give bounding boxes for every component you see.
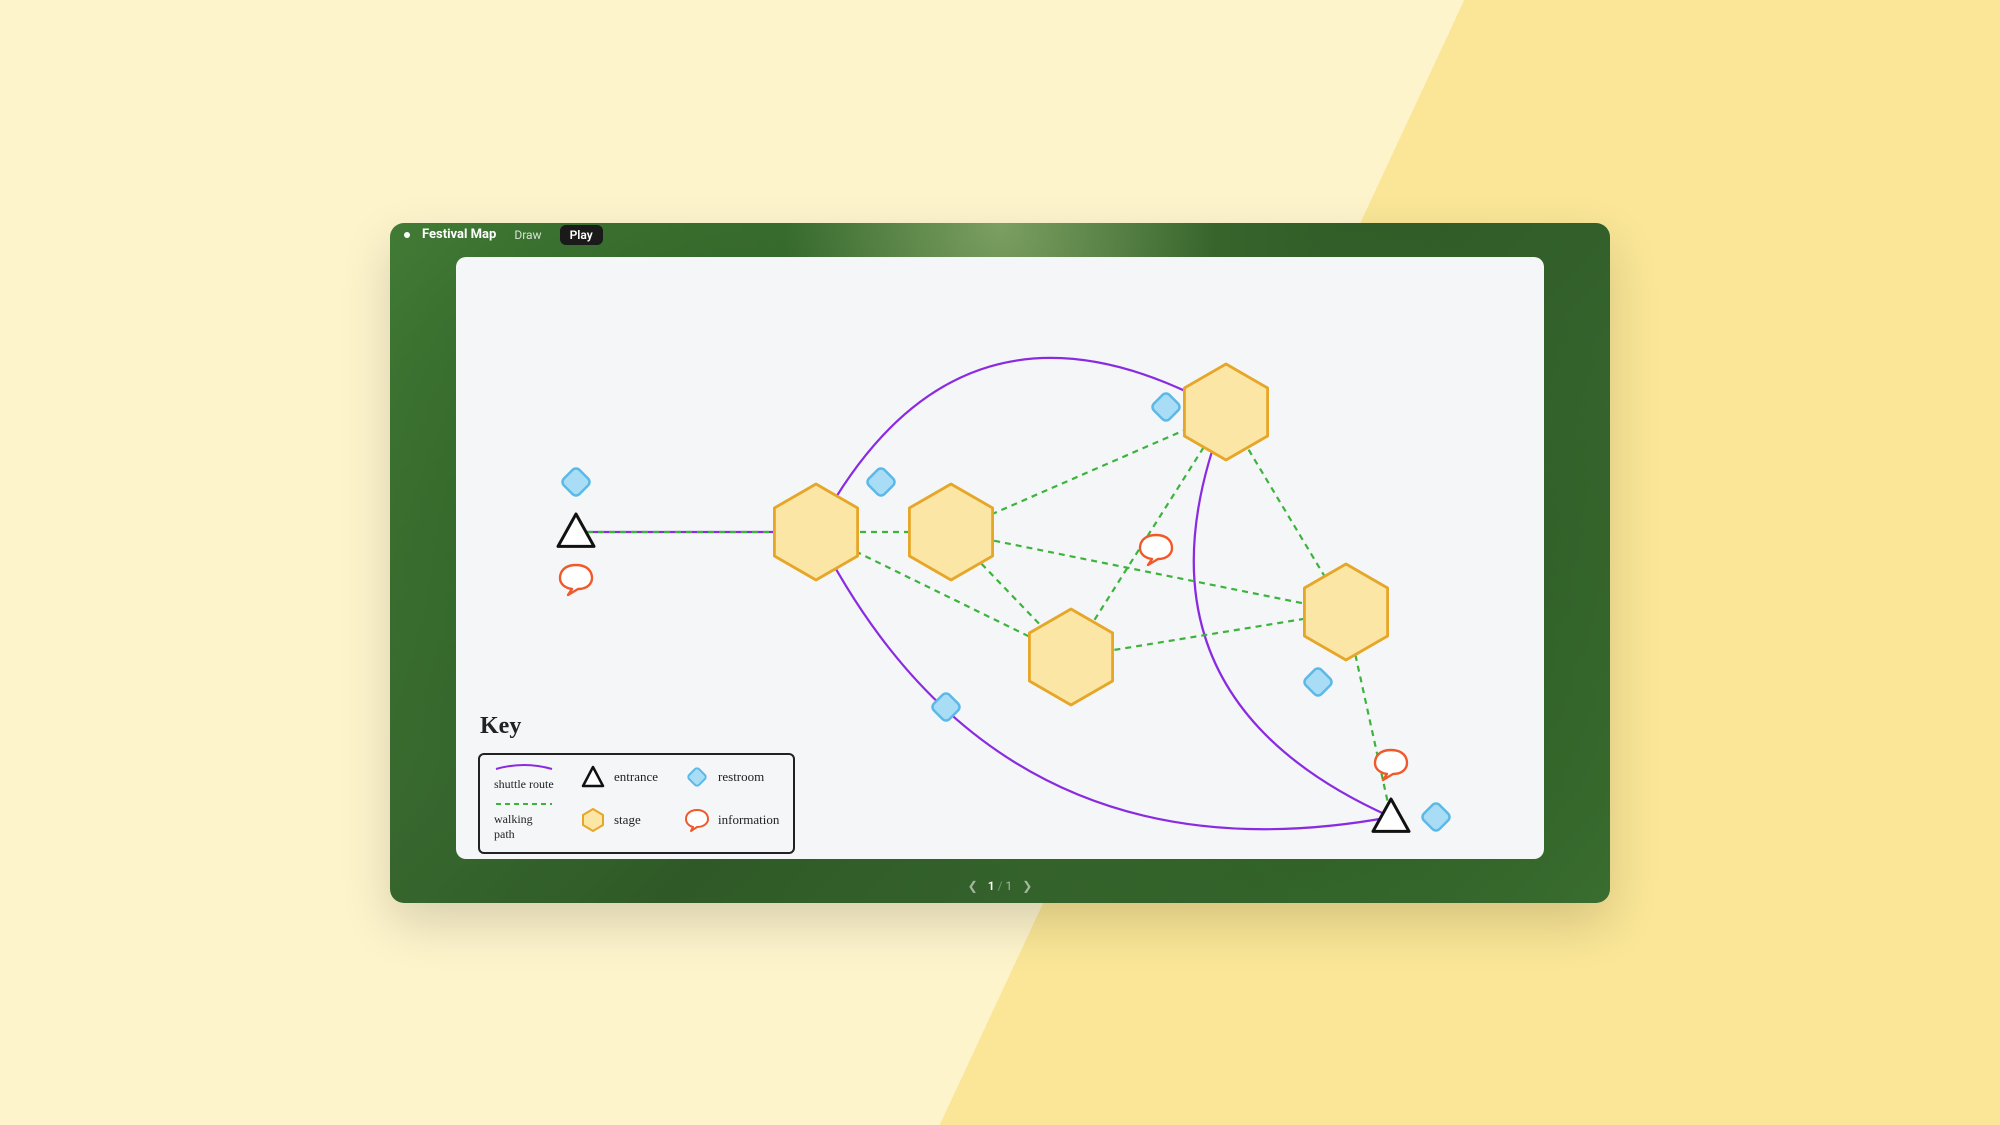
diamond-icon bbox=[684, 764, 710, 790]
information-node[interactable] bbox=[1140, 535, 1172, 565]
legend-item-walking: walking path bbox=[494, 798, 554, 842]
stage-node[interactable] bbox=[1304, 564, 1387, 660]
speech-bubble-icon bbox=[684, 807, 710, 833]
stage-node[interactable] bbox=[1184, 364, 1267, 460]
restroom-node[interactable] bbox=[930, 691, 961, 722]
restroom-node[interactable] bbox=[1302, 666, 1333, 697]
restroom-node[interactable] bbox=[560, 466, 591, 497]
triangle-icon bbox=[580, 764, 606, 790]
restroom-node[interactable] bbox=[865, 466, 896, 497]
stage-node[interactable] bbox=[774, 484, 857, 580]
app-dot-icon bbox=[404, 232, 410, 238]
pager-current: 1 bbox=[988, 879, 995, 893]
information-node[interactable] bbox=[560, 565, 592, 595]
legend-item-shuttle: shuttle route bbox=[494, 763, 554, 792]
toolbar: Festival Map Draw Play bbox=[390, 223, 1610, 247]
app-window: Festival Map Draw Play Key shuttle route… bbox=[390, 223, 1610, 903]
pager: ❮ 1 / 1 ❯ bbox=[390, 879, 1610, 893]
legend-item-restroom: restroom bbox=[684, 764, 779, 790]
stage-node[interactable] bbox=[909, 484, 992, 580]
pager-prev[interactable]: ❮ bbox=[968, 879, 978, 893]
restroom-node[interactable] bbox=[1150, 391, 1181, 422]
stage-node[interactable] bbox=[1029, 609, 1112, 705]
shuttle-route bbox=[816, 357, 1226, 531]
pager-total: 1 bbox=[1006, 879, 1013, 893]
app-title: Festival Map bbox=[422, 227, 496, 242]
pager-next[interactable]: ❯ bbox=[1022, 879, 1032, 893]
tab-draw[interactable]: Draw bbox=[508, 226, 547, 244]
legend-item-entrance: entrance bbox=[580, 764, 658, 790]
hexagon-icon bbox=[580, 807, 606, 833]
legend-title: Key bbox=[480, 713, 521, 740]
entrance-node[interactable] bbox=[1373, 799, 1409, 831]
legend-box: shuttle route entrance restroom walking … bbox=[478, 753, 795, 854]
information-node[interactable] bbox=[1375, 750, 1407, 780]
legend-item-stage: stage bbox=[580, 807, 658, 833]
canvas[interactable]: Key shuttle route entrance restroom bbox=[456, 257, 1544, 859]
restroom-node[interactable] bbox=[1420, 801, 1451, 832]
legend-item-information: information bbox=[684, 807, 779, 833]
shuttle-line-icon bbox=[494, 763, 554, 775]
walking-line-icon bbox=[494, 798, 554, 810]
walking-path bbox=[1071, 412, 1226, 657]
tab-play[interactable]: Play bbox=[560, 225, 603, 245]
entrance-node[interactable] bbox=[558, 514, 594, 546]
